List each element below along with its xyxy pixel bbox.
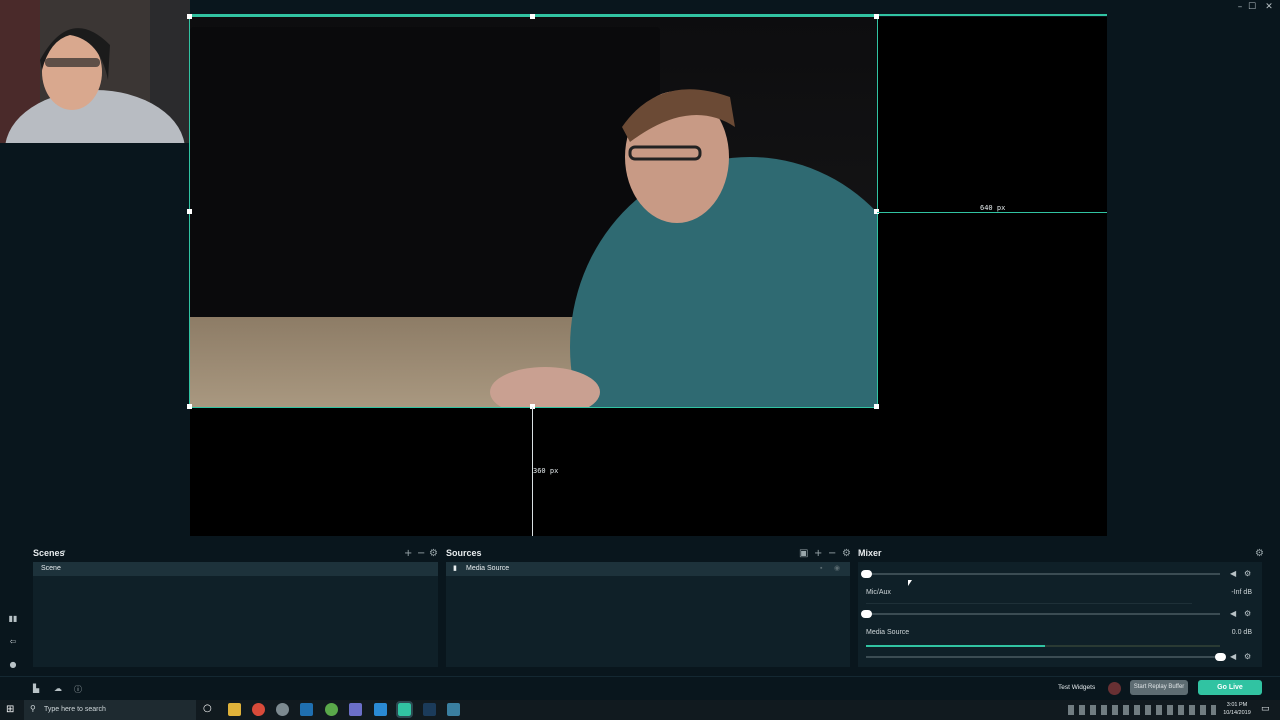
channel-settings-icon[interactable]: ⚙ — [1244, 569, 1251, 578]
media-source-frame[interactable] — [187, 14, 879, 409]
app-icon-3[interactable] — [276, 703, 289, 716]
steam-icon[interactable] — [423, 703, 436, 716]
webcam-person-image — [0, 0, 190, 143]
mixer-title: Mixer — [858, 548, 882, 558]
file-explorer-icon[interactable] — [228, 703, 241, 716]
footer-bar: ▙ ☁ ⓘ Test Widgets — [0, 676, 1280, 700]
source-item[interactable]: ▮ Media Source ▪ ◉ — [446, 562, 850, 576]
sources-title: Sources — [446, 548, 482, 558]
resize-handle-t[interactable] — [530, 14, 535, 19]
resize-handle-tr[interactable] — [874, 14, 879, 19]
media-source-volume-slider[interactable] — [866, 656, 1220, 658]
clock-time: 3:01 PM — [1226, 702, 1248, 708]
notifications-icon[interactable]: ▭ — [1261, 704, 1270, 714]
go-live-button[interactable]: Go Live — [1198, 680, 1262, 695]
app-icon-5[interactable] — [325, 703, 338, 716]
record-button[interactable] — [1108, 682, 1121, 695]
streamlabs-taskbar-icon[interactable] — [396, 701, 413, 718]
resize-handle-l[interactable] — [187, 209, 192, 214]
app-icon-6[interactable] — [349, 703, 362, 716]
mixer-settings-icon[interactable]: ⚙ — [1255, 548, 1264, 559]
mic-aux-label: Mic/Aux — [866, 589, 891, 596]
mic-aux-settings-icon[interactable]: ⚙ — [1244, 609, 1251, 618]
resize-handle-tl[interactable] — [187, 14, 192, 19]
media-source-volume-knob[interactable] — [1215, 653, 1226, 661]
close-button[interactable]: ✕ — [1261, 1, 1277, 13]
source-item-label: Media Source — [466, 565, 510, 572]
horizontal-distance-guide — [877, 212, 1107, 213]
desktop-volume-knob[interactable] — [861, 570, 872, 578]
mouse-cursor — [908, 580, 912, 586]
system-tray-icons[interactable] — [1068, 705, 1216, 715]
streamlabs-app: – ☐ ✕ ▮▮ ⇦ ● ⚙ — [0, 0, 1280, 700]
mail-icon[interactable] — [374, 703, 387, 716]
scenes-title[interactable]: Scenes — [33, 548, 65, 558]
help-icon[interactable]: ● — [4, 660, 22, 669]
media-source-level: 0.0 dB — [1231, 629, 1252, 636]
add-scene-button[interactable]: + — [404, 548, 412, 559]
chrome-icon[interactable] — [252, 703, 265, 716]
studio-mode-icon[interactable]: ▮▮ — [4, 614, 22, 623]
video-person-image — [490, 89, 877, 407]
cortana-icon[interactable]: ○ — [203, 703, 212, 714]
lock-icon[interactable]: ▪ — [820, 562, 822, 576]
title-bar: – ☐ ✕ — [190, 0, 1280, 14]
remove-source-button[interactable]: − — [828, 548, 836, 559]
remove-scene-button[interactable]: − — [417, 548, 425, 559]
width-distance-label: 640 px — [980, 204, 1006, 212]
scene-item[interactable]: Scene — [33, 562, 438, 576]
canvas-right-margin — [1107, 14, 1280, 536]
media-source-channel-label: Media Source — [866, 629, 910, 636]
app-icon-10[interactable] — [447, 703, 460, 716]
cloud-icon[interactable]: ☁ — [54, 684, 62, 693]
scene-settings-icon[interactable]: ⚙ — [429, 548, 438, 559]
speaker-icon[interactable]: ◀ — [1230, 569, 1236, 578]
app-icon-4[interactable] — [300, 703, 313, 716]
taskbar-search-input[interactable]: Type here to search — [24, 700, 196, 720]
media-source-settings-icon[interactable]: ⚙ — [1244, 652, 1251, 661]
mic-aux-level: -Inf dB — [1231, 589, 1252, 596]
sources-list: ▮ Media Source ▪ ◉ — [446, 562, 850, 667]
replay-buffer-button[interactable]: Start Replay Buffer — [1130, 680, 1188, 695]
height-distance-label: 360 px — [533, 467, 559, 475]
add-source-button[interactable]: + — [814, 548, 822, 559]
desktop-volume-slider[interactable] — [866, 573, 1220, 575]
mic-aux-speaker-icon[interactable]: ◀ — [1230, 609, 1236, 618]
visibility-icon[interactable]: ◉ — [834, 562, 840, 576]
info-icon[interactable]: ⓘ — [74, 684, 82, 695]
performance-icon[interactable]: ▙ — [33, 684, 39, 693]
resize-handle-bl[interactable] — [187, 404, 192, 409]
mic-aux-volume-knob[interactable] — [861, 610, 872, 618]
scenes-dropdown-icon[interactable]: ▾ — [62, 548, 66, 556]
source-settings-icon[interactable]: ⚙ — [842, 548, 851, 559]
webcam-preview — [0, 0, 190, 143]
windows-start-icon[interactable]: ⊞ — [6, 704, 14, 715]
resize-handle-br[interactable] — [874, 404, 879, 409]
taskbar-clock[interactable]: 3:01 PM 10/14/2019 — [1218, 701, 1256, 717]
mic-aux-volume-slider[interactable] — [866, 613, 1220, 615]
mic-aux-meter — [866, 603, 1192, 604]
test-widgets-button[interactable]: Test Widgets — [1058, 684, 1095, 691]
editor-canvas[interactable]: 640 px 360 px — [187, 14, 1107, 536]
search-icon: ⚲ — [30, 704, 36, 713]
scenes-list: Scene — [33, 562, 438, 667]
clock-date: 10/14/2019 — [1223, 710, 1251, 716]
add-folder-icon[interactable]: ▣ — [799, 548, 808, 559]
maximize-button[interactable]: ☐ — [1244, 1, 1260, 13]
media-source-meter — [866, 645, 1045, 647]
media-source-speaker-icon[interactable]: ◀ — [1230, 652, 1236, 661]
file-icon: ▮ — [453, 565, 457, 572]
layout-icon[interactable]: ⇦ — [4, 637, 22, 646]
